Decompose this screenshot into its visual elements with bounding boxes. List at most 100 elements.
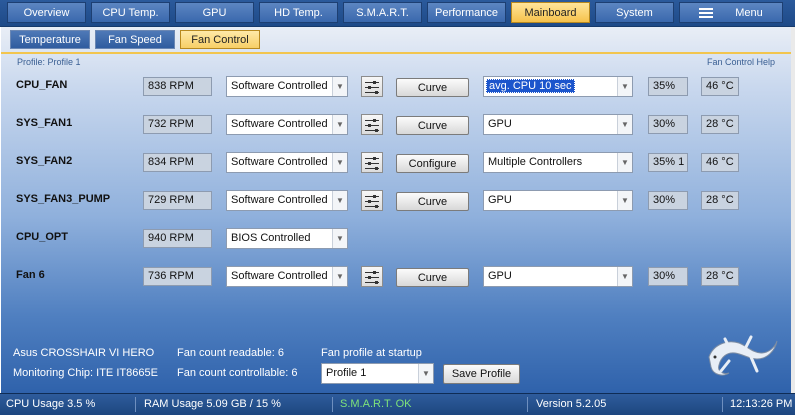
fan-temp: 28 °C: [701, 267, 739, 286]
fan-mode-value: Software Controlled: [231, 118, 328, 130]
fan-rpm: 736 RPM: [143, 267, 212, 286]
fan-percent: 35% 1: [648, 153, 688, 172]
fan-rpm: 729 RPM: [143, 191, 212, 210]
fan-rpm: 834 RPM: [143, 153, 212, 172]
fan-mode-value: Software Controlled: [231, 80, 328, 92]
chevron-down-icon: ▼: [617, 115, 632, 134]
settings-sliders-button[interactable]: [361, 114, 383, 135]
window-edge: [791, 27, 795, 393]
curve-button[interactable]: Curve: [396, 78, 469, 97]
fan-mode-value: BIOS Controlled: [231, 232, 311, 244]
salamander-logo-icon: [708, 335, 778, 376]
menu-label: Menu: [735, 6, 763, 19]
fan-source-value: GPU: [488, 118, 512, 130]
fan-source-select[interactable]: GPU ▼: [483, 190, 633, 211]
clock: 12:13:26 PM: [730, 398, 793, 410]
fan-mode-select[interactable]: Software Controlled ▼: [226, 190, 348, 211]
chevron-down-icon: ▼: [332, 267, 347, 286]
cpu-usage: CPU Usage 3.5 %: [6, 398, 96, 410]
fan-mode-value: Software Controlled: [231, 194, 328, 206]
configure-button[interactable]: Configure: [396, 154, 469, 173]
status-separator: [135, 397, 136, 412]
chevron-down-icon: ▼: [617, 77, 632, 96]
fan-rpm: 838 RPM: [143, 77, 212, 96]
fan-source-value: GPU: [488, 194, 512, 206]
fan-percent: 30%: [648, 191, 688, 210]
startup-profile-value: Profile 1: [326, 367, 367, 379]
fan-percent: 30%: [648, 267, 688, 286]
fan-name: SYS_FAN3_PUMP: [16, 193, 111, 205]
fan-mode-select[interactable]: Software Controlled ▼: [226, 76, 348, 97]
fan-percent: 35%: [648, 77, 688, 96]
startup-profile-select[interactable]: Profile 1 ▼: [321, 363, 434, 384]
profile-label: Profile: Profile 1: [17, 57, 81, 67]
fan-source-select[interactable]: Multiple Controllers ▼: [483, 152, 633, 173]
subtab-fan-speed[interactable]: Fan Speed: [95, 30, 175, 49]
tab-menu[interactable]: Menu: [679, 2, 783, 23]
fan-mode-select[interactable]: Software Controlled ▼: [226, 114, 348, 135]
tab-mainboard[interactable]: Mainboard: [511, 2, 590, 23]
curve-button[interactable]: Curve: [396, 192, 469, 211]
chevron-down-icon: ▼: [617, 191, 632, 210]
tab-performance[interactable]: Performance: [427, 2, 506, 23]
status-separator: [527, 397, 528, 412]
chevron-down-icon: ▼: [332, 115, 347, 134]
smart-status: S.M.A.R.T. OK: [340, 398, 412, 410]
chevron-down-icon: ▼: [332, 153, 347, 172]
tab-system[interactable]: System: [595, 2, 674, 23]
fan-source-select[interactable]: avg. CPU 10 sec ▼: [483, 76, 633, 97]
fan-temp: 46 °C: [701, 153, 739, 172]
curve-button[interactable]: Curve: [396, 268, 469, 287]
fan-name: SYS_FAN1: [16, 117, 73, 129]
tab-divider: [1, 52, 795, 54]
fan-source-select[interactable]: GPU ▼: [483, 114, 633, 135]
main-tab-bar: Overview CPU Temp. GPU HD Temp. S.M.A.R.…: [0, 0, 795, 27]
app-version: Version 5.2.05: [536, 398, 607, 410]
fan-control-panel: Temperature Fan Speed Fan Control Profil…: [0, 27, 795, 393]
fan-temp: 28 °C: [701, 191, 739, 210]
fan-name: CPU_OPT: [16, 231, 68, 243]
fan-temp: 46 °C: [701, 77, 739, 96]
fan-rpm: 732 RPM: [143, 115, 212, 134]
fan-count-readable: Fan count readable: 6: [177, 347, 285, 359]
subtab-temperature[interactable]: Temperature: [10, 30, 90, 49]
settings-sliders-button[interactable]: [361, 152, 383, 173]
tab-overview[interactable]: Overview: [7, 2, 86, 23]
fan-source-value: GPU: [488, 270, 512, 282]
fan-mode-select[interactable]: Software Controlled ▼: [226, 152, 348, 173]
fan-mode-value: Software Controlled: [231, 270, 328, 282]
fan-source-select[interactable]: GPU ▼: [483, 266, 633, 287]
monitoring-chip: Monitoring Chip: ITE IT8665E: [13, 367, 158, 379]
chevron-down-icon: ▼: [418, 364, 433, 383]
fan-name: CPU_FAN: [16, 79, 68, 91]
chevron-down-icon: ▼: [332, 229, 347, 248]
hamburger-icon: [699, 6, 714, 20]
tab-gpu[interactable]: GPU: [175, 2, 254, 23]
settings-sliders-button[interactable]: [361, 190, 383, 211]
fan-name: SYS_FAN2: [16, 155, 73, 167]
status-separator: [332, 397, 333, 412]
tab-hd-temp[interactable]: HD Temp.: [259, 2, 338, 23]
fan-mode-select[interactable]: BIOS Controlled ▼: [226, 228, 348, 249]
board-name: Asus CROSSHAIR VI HERO: [13, 347, 155, 359]
fan-percent: 30%: [648, 115, 688, 134]
settings-sliders-button[interactable]: [361, 76, 383, 97]
fan-mode-value: Software Controlled: [231, 156, 328, 168]
fan-source-value: avg. CPU 10 sec: [486, 79, 575, 93]
chevron-down-icon: ▼: [332, 77, 347, 96]
fan-name: Fan 6: [16, 269, 45, 281]
fan-control-help-link[interactable]: Fan Control Help: [707, 57, 775, 67]
tab-cpu-temp[interactable]: CPU Temp.: [91, 2, 170, 23]
fan-temp: 28 °C: [701, 115, 739, 134]
chevron-down-icon: ▼: [617, 153, 632, 172]
fan-mode-select[interactable]: Software Controlled ▼: [226, 266, 348, 287]
subtab-fan-control[interactable]: Fan Control: [180, 30, 260, 49]
settings-sliders-button[interactable]: [361, 266, 383, 287]
fan-count-controllable: Fan count controllable: 6: [177, 367, 298, 379]
tab-smart[interactable]: S.M.A.R.T.: [343, 2, 422, 23]
fan-rpm: 940 RPM: [143, 229, 212, 248]
fan-source-value: Multiple Controllers: [488, 156, 583, 168]
chevron-down-icon: ▼: [332, 191, 347, 210]
save-profile-button[interactable]: Save Profile: [443, 364, 520, 384]
curve-button[interactable]: Curve: [396, 116, 469, 135]
